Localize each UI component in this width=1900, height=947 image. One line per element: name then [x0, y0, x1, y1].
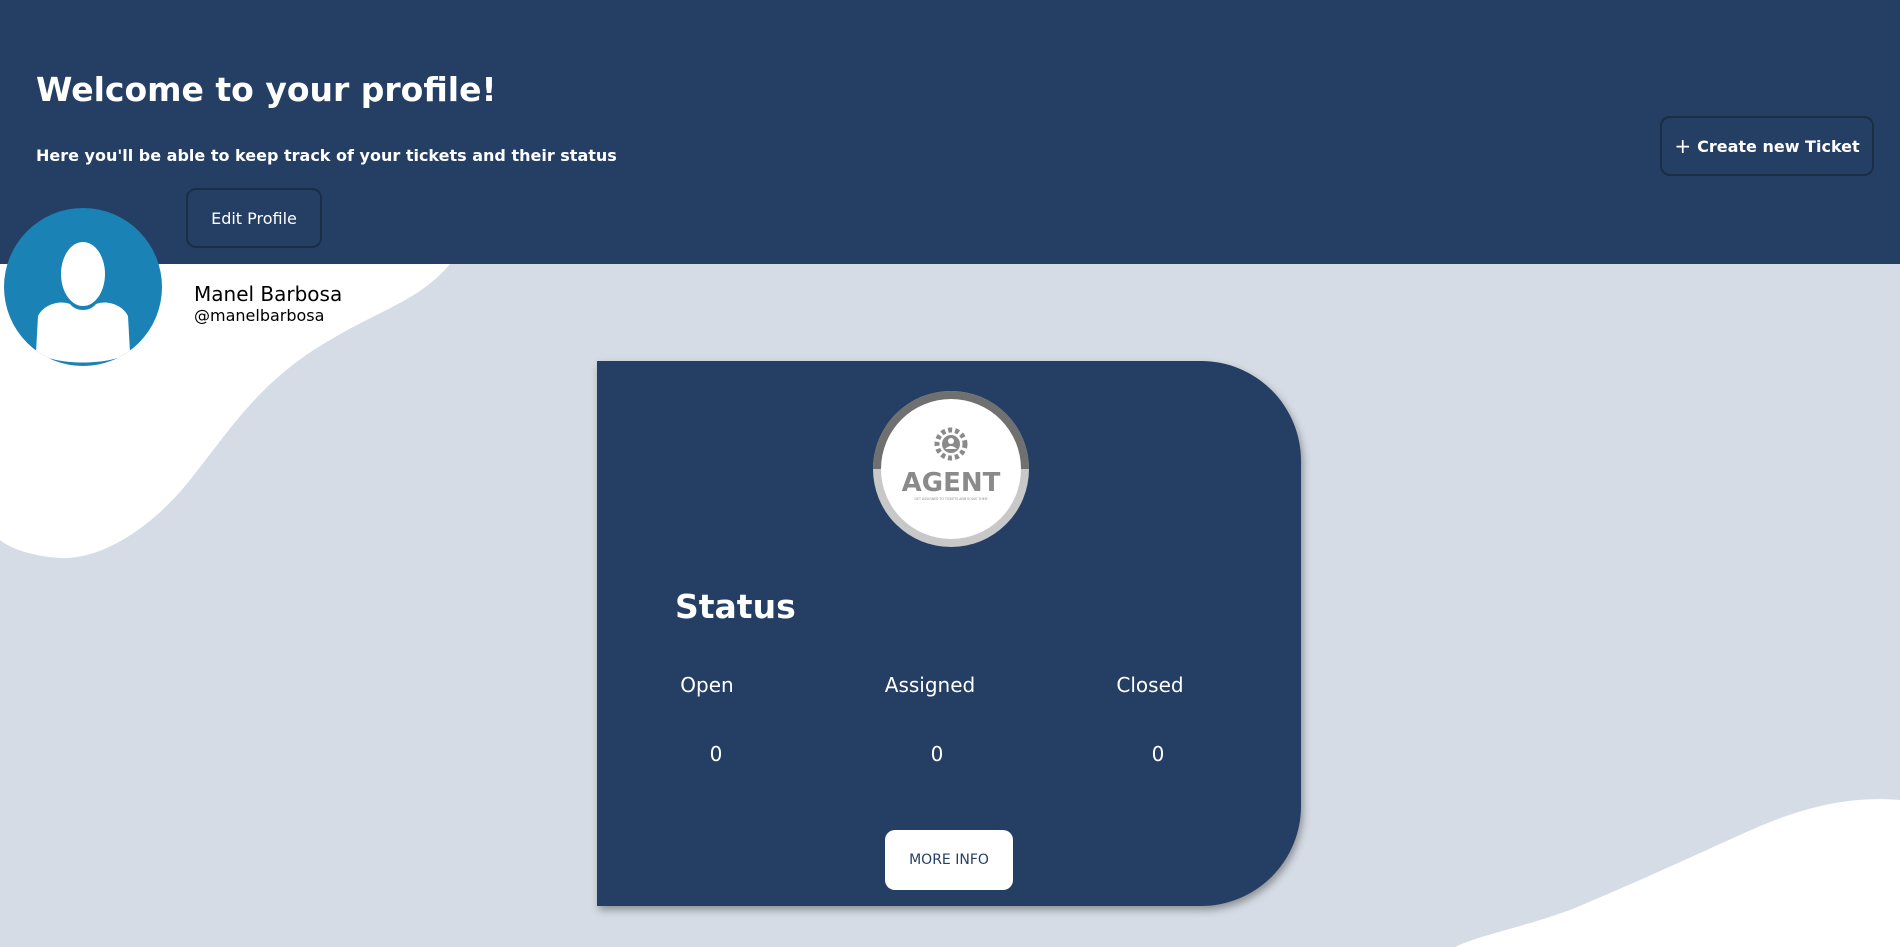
page-title: Welcome to your profile! [36, 70, 497, 109]
user-handle: @manelbarbosa [194, 306, 325, 325]
user-name: Manel Barbosa [194, 282, 343, 306]
badge-text: AGENT [902, 468, 1001, 498]
create-ticket-label: Create new Ticket [1697, 136, 1860, 156]
badge-caption: GET ASSIGNED TO TICKETS AND SOLVE THEM [915, 497, 988, 501]
status-card: AGENT GET ASSIGNED TO TICKETS AND SOLVE … [597, 361, 1301, 906]
plus-icon: + [1674, 134, 1692, 158]
avatar [4, 208, 162, 366]
closed-count: 0 [1151, 742, 1165, 766]
more-info-button[interactable]: MORE INFO [885, 830, 1013, 890]
assigned-label: Assigned [884, 673, 976, 697]
open-count: 0 [709, 742, 723, 766]
closed-label: Closed [1116, 673, 1184, 697]
open-label: Open [680, 673, 734, 697]
status-title: Status [675, 587, 796, 626]
user-silhouette-icon [36, 242, 130, 363]
assigned-count: 0 [930, 742, 944, 766]
create-ticket-button[interactable]: + Create new Ticket [1660, 116, 1874, 176]
agent-badge: AGENT GET ASSIGNED TO TICKETS AND SOLVE … [873, 391, 1029, 547]
edit-profile-button[interactable]: Edit Profile [186, 188, 322, 248]
page-subtitle: Here you'll be able to keep track of you… [36, 146, 617, 165]
